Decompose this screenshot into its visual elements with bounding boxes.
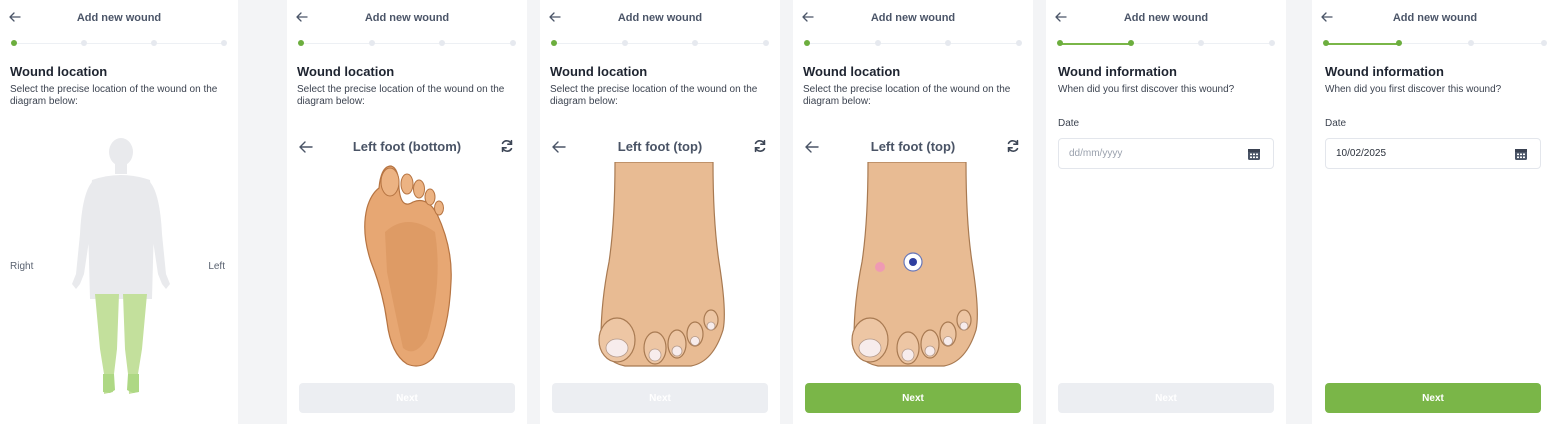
section-title: Wound information [1325,64,1444,79]
section-description: Select the precise location of the wound… [803,84,1011,107]
top-bar: Add new wound [1046,8,1286,30]
section-title: Wound information [1058,64,1177,79]
page-title: Add new wound [364,12,450,24]
progress-stepper [804,38,1022,48]
foot-view-title: Left foot (top) [617,139,703,154]
date-value: 10/02/2025 [1336,148,1387,159]
rotate-icon [501,139,513,153]
right-side-label: Right [10,261,34,272]
progress-stepper [1057,38,1275,48]
page-title: Add new wound [870,12,956,24]
next-button[interactable]: Next [805,383,1021,413]
section-title: Wound location [10,64,108,79]
screen-foot-bottom: Add new wound Wound location Select the … [287,0,527,424]
foot-bottom-diagram[interactable] [357,162,457,368]
foot-view-title: Left foot (bottom) [352,139,462,154]
rotate-view-button[interactable] [499,138,517,156]
top-bar: Add new wound [1312,8,1558,30]
foot-view-title: Left foot (top) [870,139,956,154]
page-title: Add new wound [76,12,162,24]
date-input[interactable]: dd/mm/yyyy [1058,138,1274,169]
screen-body-location: Add new wound Wound location Select the … [0,0,238,424]
screen-foot-top: Add new wound Wound location Select the … [540,0,780,424]
progress-stepper [1323,38,1547,48]
wound-marker-existing [875,262,885,272]
foot-top-diagram[interactable] [848,162,978,368]
section-description: Select the precise location of the wound… [297,84,505,107]
progress-stepper [298,38,516,48]
wound-marker-selected [903,252,923,272]
top-bar: Add new wound [793,8,1033,30]
legs-highlight [95,294,147,394]
body-diagram[interactable] [62,134,180,400]
progress-stepper [551,38,769,48]
calendar-icon[interactable] [1514,147,1528,161]
screen-foot-top-selected: Add new wound Wound location Select the … [793,0,1033,424]
progress-stepper [11,38,227,48]
screen-wound-info-filled: Add new wound Wound information When did… [1312,0,1558,424]
section-title: Wound location [297,64,395,79]
rotate-view-button[interactable] [752,138,770,156]
screen-wound-info-empty: Add new wound Wound information When did… [1046,0,1286,424]
next-button[interactable]: Next [1325,383,1541,413]
rotate-icon [1007,139,1019,153]
section-title: Wound location [550,64,648,79]
next-button[interactable]: Next [552,383,768,413]
section-description: When did you first discover this wound? [1058,84,1235,95]
foot-view-header: Left foot (top) [540,136,780,158]
rotate-view-button[interactable] [1005,138,1023,156]
date-input[interactable]: 10/02/2025 [1325,138,1541,169]
date-label: Date [1325,118,1347,129]
page-title: Add new wound [617,12,703,24]
foot-top-diagram[interactable] [595,162,725,368]
section-description: Select the precise location of the wound… [550,84,758,107]
section-description: When did you first discover this wound? [1325,84,1502,95]
rotate-icon [754,139,766,153]
next-button[interactable]: Next [299,383,515,413]
top-bar: Add new wound [287,8,527,30]
foot-view-header: Left foot (bottom) [287,136,527,158]
top-bar: Add new wound [0,8,238,30]
calendar-icon[interactable] [1247,147,1261,161]
date-label: Date [1058,118,1080,129]
top-bar: Add new wound [540,8,780,30]
section-description: Select the precise location of the wound… [10,84,218,107]
page-title: Add new wound [1123,12,1209,24]
page-title: Add new wound [1392,12,1478,24]
foot-view-header: Left foot (top) [793,136,1033,158]
section-title: Wound location [803,64,901,79]
date-placeholder: dd/mm/yyyy [1069,148,1123,159]
left-side-label: Left [208,261,225,272]
next-button[interactable]: Next [1058,383,1274,413]
